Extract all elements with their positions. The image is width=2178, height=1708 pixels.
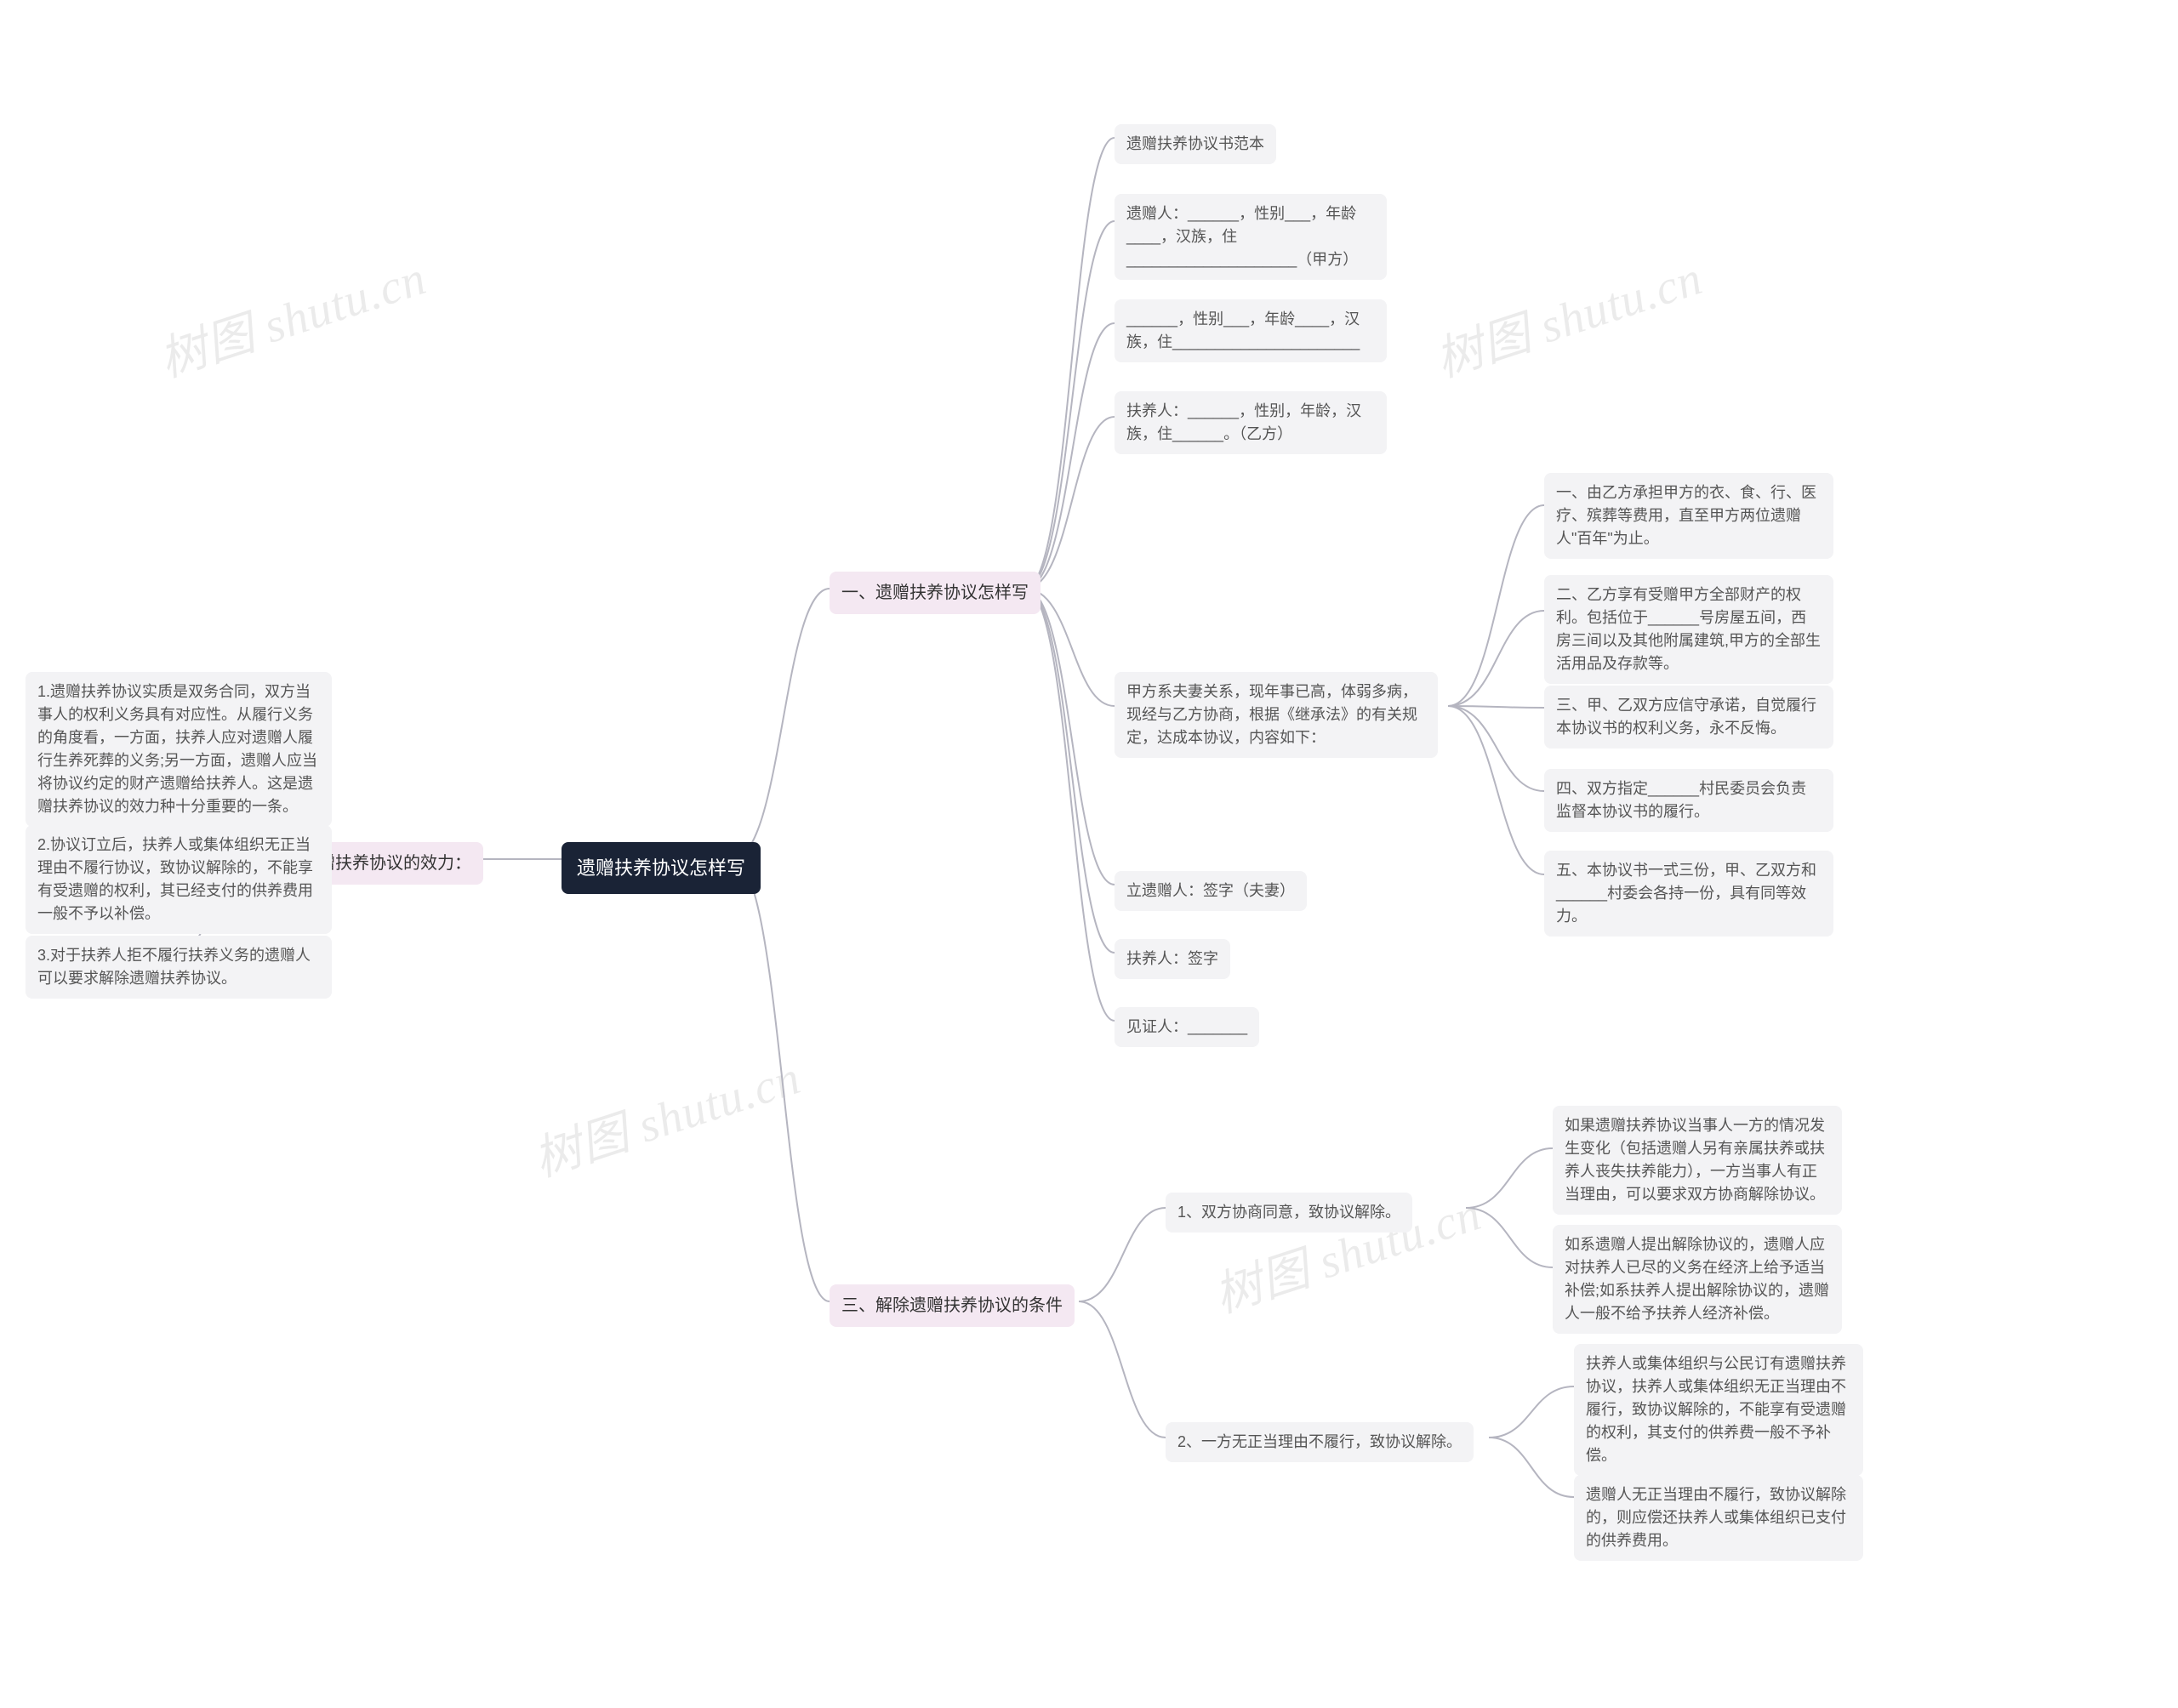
s2-item-3: 3.对于扶养人拒不履行扶养义务的遗赠人可以要求解除遗赠扶养协议。 xyxy=(26,936,332,999)
s1-item-5: 甲方系夫妻关系，现年事已高，体弱多病，现经与乙方协商，根据《继承法》的有关规定，… xyxy=(1115,672,1438,758)
s1-item-3: ______，性别___，年龄____，汉族，住________________… xyxy=(1115,299,1387,362)
s3-sub1-b: 如系遗赠人提出解除协议的，遗赠人应对扶养人已尽的义务在经济上给予适当补偿;如系扶… xyxy=(1553,1225,1842,1334)
s1-item-7: 扶养人：签字 xyxy=(1115,939,1230,979)
s1-item-6: 立遗赠人：签字（夫妻） xyxy=(1115,871,1307,911)
s3-item-2: 2、一方无正当理由不履行，致协议解除。 xyxy=(1166,1422,1474,1462)
s2-item-1: 1.遗赠扶养协议实质是双务合同，双方当事人的权利义务具有对应性。从履行义务的角度… xyxy=(26,672,332,827)
s3-item-1: 1、双方协商同意，致协议解除。 xyxy=(1166,1193,1412,1233)
clause-3: 三、甲、乙双方应信守承诺，自觉履行本协议书的权利义务，永不反悔。 xyxy=(1544,686,1833,749)
s1-item-8: 见证人：_______ xyxy=(1115,1007,1259,1047)
watermark: 树图 shutu.cn xyxy=(149,240,433,391)
section-1[interactable]: 一、遗赠扶养协议怎样写 xyxy=(830,572,1041,614)
section-3[interactable]: 三、解除遗赠扶养协议的条件 xyxy=(830,1284,1075,1327)
clause-2: 二、乙方享有受赠甲方全部财产的权利。包括位于______号房屋五间，西房三间以及… xyxy=(1544,575,1833,684)
s1-item-2: 遗赠人：______，性别___，年龄____，汉族，住____________… xyxy=(1115,194,1387,280)
clause-1: 一、由乙方承担甲方的衣、食、行、医疗、殡葬等费用，直至甲方两位遗赠人"百年"为止… xyxy=(1544,473,1833,559)
s3-sub1-a: 如果遗赠扶养协议当事人一方的情况发生变化（包括遗赠人另有亲属扶养或扶养人丧失扶养… xyxy=(1553,1106,1842,1215)
s1-item-1: 遗赠扶养协议书范本 xyxy=(1115,124,1276,164)
s3-sub2-b: 遗赠人无正当理由不履行，致协议解除的，则应偿还扶养人或集体组织已支付的供养费用。 xyxy=(1574,1475,1863,1561)
s2-item-2: 2.协议订立后，扶养人或集体组织无正当理由不履行协议，致协议解除的，不能享有受遗… xyxy=(26,825,332,934)
s3-sub2-a: 扶养人或集体组织与公民订有遗赠扶养协议，扶养人或集体组织无正当理由不履行，致协议… xyxy=(1574,1344,1863,1476)
watermark: 树图 shutu.cn xyxy=(1425,240,1709,391)
s1-item-4: 扶养人：______，性别，年龄，汉族，住______。（乙方） xyxy=(1115,391,1387,454)
watermark: 树图 shutu.cn xyxy=(523,1039,807,1191)
clause-4: 四、双方指定______村民委员会负责监督本协议书的履行。 xyxy=(1544,769,1833,832)
root-node[interactable]: 遗赠扶养协议怎样写 xyxy=(562,842,761,894)
clause-5: 五、本协议书一式三份，甲、乙双方和______村委会各持一份，具有同等效力。 xyxy=(1544,851,1833,937)
